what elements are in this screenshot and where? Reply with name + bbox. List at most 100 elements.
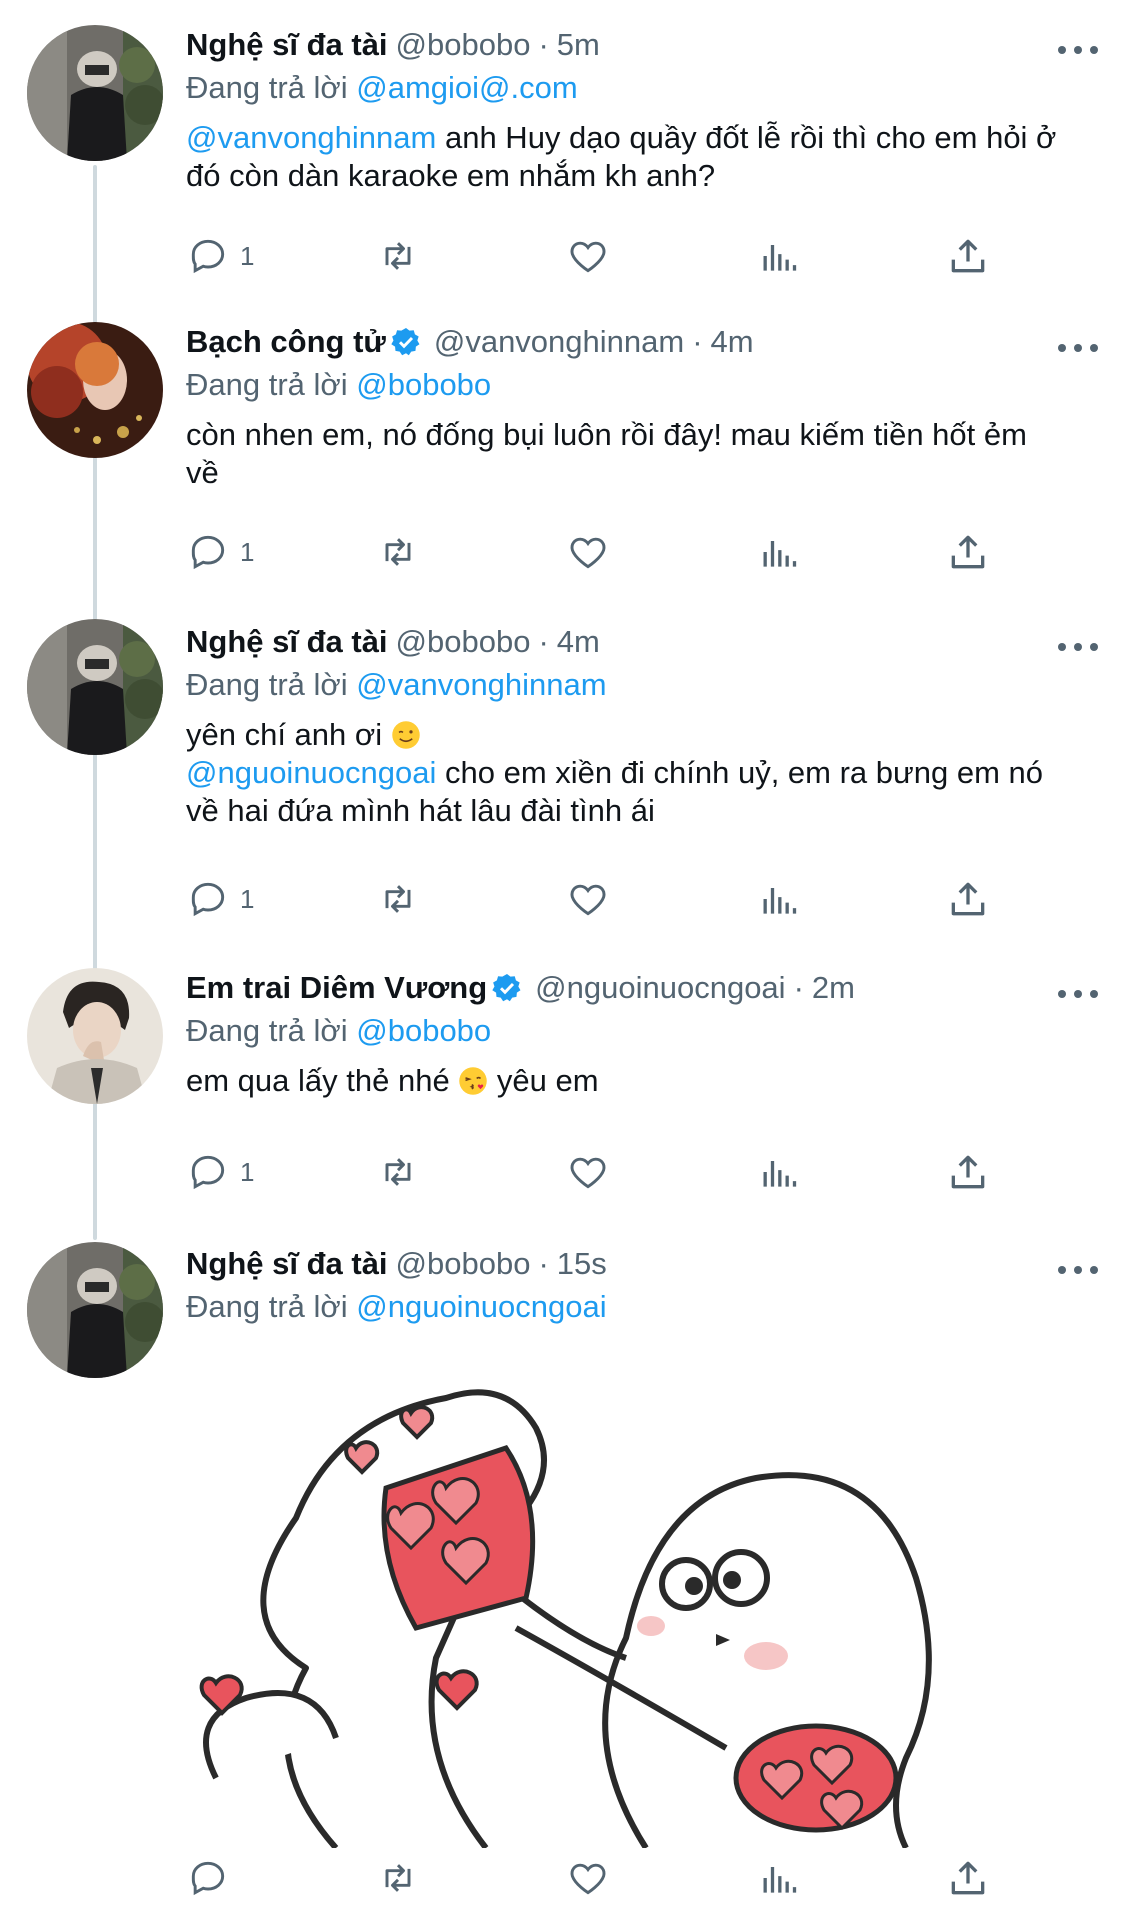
tweet-text-line: đó còn dàn karaoke em nhắm kh anh? bbox=[186, 158, 716, 193]
timestamp[interactable]: 2m bbox=[812, 968, 855, 1008]
reply-button[interactable]: 1 bbox=[186, 528, 254, 576]
tweet-text-line: về bbox=[186, 455, 219, 490]
share-button[interactable] bbox=[946, 232, 990, 280]
timestamp[interactable]: 15s bbox=[557, 1244, 607, 1284]
separator-dot: · bbox=[793, 970, 804, 1005]
like-icon bbox=[570, 1157, 606, 1189]
retweet-icon bbox=[385, 242, 411, 270]
more-icon[interactable] bbox=[1058, 1260, 1098, 1280]
cartoon-hearts-illustration bbox=[186, 1338, 1001, 1848]
retweet-button[interactable] bbox=[376, 528, 420, 576]
tweet-text: yên chí anh ơi @nguoinuocngoai cho em xi… bbox=[186, 716, 1096, 830]
reply-context: Đang trả lời @vanvonghinnam bbox=[186, 664, 1096, 706]
reply-context: Đang trả lời @amgioi@.com bbox=[186, 67, 1096, 109]
reply-button[interactable]: 1 bbox=[186, 232, 254, 280]
display-name[interactable]: Bạch công tử bbox=[186, 322, 386, 362]
like-icon bbox=[570, 241, 606, 273]
avatar[interactable] bbox=[27, 968, 163, 1104]
share-button[interactable] bbox=[946, 1854, 990, 1902]
like-button[interactable] bbox=[566, 1854, 610, 1902]
display-name[interactable]: Nghệ sĩ đa tài bbox=[186, 1244, 388, 1284]
more-icon[interactable] bbox=[1058, 338, 1098, 358]
retweet-icon bbox=[385, 1864, 411, 1892]
retweet-button[interactable] bbox=[376, 1148, 420, 1196]
share-icon bbox=[951, 882, 985, 916]
analytics-icon bbox=[763, 1867, 797, 1893]
tweet-text-line: cho em xiền đi chính uỷ, em ra bưng em n… bbox=[436, 755, 1044, 790]
user-handle[interactable]: @bobobo bbox=[396, 1244, 531, 1284]
like-icon bbox=[570, 537, 606, 569]
mention-link[interactable]: @vanvonghinnam bbox=[186, 120, 436, 155]
reply-to-mention[interactable]: @bobobo bbox=[356, 1013, 491, 1048]
retweet-button[interactable] bbox=[376, 1854, 420, 1902]
kiss-emoji-icon bbox=[459, 1067, 488, 1095]
retweet-button[interactable] bbox=[376, 232, 420, 280]
analytics-button[interactable] bbox=[756, 875, 800, 923]
user-handle[interactable]: @bobobo bbox=[396, 622, 531, 662]
tweet-text-line: yêu em bbox=[488, 1063, 599, 1098]
tweet-media-image[interactable] bbox=[186, 1338, 1001, 1848]
reply-prefix: Đang trả lời bbox=[186, 1013, 348, 1048]
like-button[interactable] bbox=[566, 875, 610, 923]
reply-to-mention[interactable]: @vanvonghinnam bbox=[356, 667, 606, 702]
like-icon bbox=[570, 1863, 606, 1895]
reply-to-mention[interactable]: @nguoinuocngoai bbox=[356, 1289, 606, 1324]
share-button[interactable] bbox=[946, 875, 990, 923]
reply-context: Đang trả lời @bobobo bbox=[186, 364, 1096, 406]
reply-icon bbox=[191, 882, 225, 917]
separator-dot: · bbox=[692, 324, 703, 359]
analytics-button[interactable] bbox=[756, 232, 800, 280]
avatar[interactable] bbox=[27, 25, 163, 161]
reply-count: 1 bbox=[240, 240, 255, 271]
like-button[interactable] bbox=[566, 232, 610, 280]
reply-context: Đang trả lời @nguoinuocngoai bbox=[186, 1286, 1096, 1328]
user-handle[interactable]: @nguoinuocngoai bbox=[535, 968, 785, 1008]
verified-icon bbox=[492, 974, 521, 1002]
tweet-text-line: em qua lấy thẻ nhé bbox=[186, 1063, 450, 1098]
tweet-text-line: yên chí anh ơi bbox=[186, 717, 383, 752]
reply-count: 1 bbox=[240, 1156, 255, 1187]
timestamp[interactable]: 5m bbox=[557, 25, 600, 65]
retweet-icon bbox=[385, 538, 411, 566]
avatar[interactable] bbox=[27, 1242, 163, 1378]
more-icon[interactable] bbox=[1058, 40, 1098, 60]
analytics-icon bbox=[763, 888, 797, 914]
avatar[interactable] bbox=[27, 619, 163, 755]
display-name[interactable]: Nghệ sĩ đa tài bbox=[186, 25, 388, 65]
analytics-button[interactable] bbox=[756, 1148, 800, 1196]
like-button[interactable] bbox=[566, 1148, 610, 1196]
reply-icon bbox=[191, 1155, 225, 1190]
share-icon bbox=[951, 239, 985, 273]
separator-dot: · bbox=[538, 1246, 549, 1281]
user-handle[interactable]: @vanvonghinnam bbox=[434, 322, 684, 362]
display-name[interactable]: Em trai Diêm Vương bbox=[186, 968, 487, 1008]
verified-icon bbox=[391, 328, 420, 356]
reply-button[interactable]: 1 bbox=[186, 1148, 254, 1196]
share-icon bbox=[951, 1155, 985, 1189]
reply-prefix: Đang trả lời bbox=[186, 70, 348, 105]
more-icon[interactable] bbox=[1058, 984, 1098, 1004]
share-button[interactable] bbox=[946, 1148, 990, 1196]
reply-icon bbox=[191, 239, 225, 274]
like-button[interactable] bbox=[566, 528, 610, 576]
retweet-button[interactable] bbox=[376, 875, 420, 923]
reply-to-mention[interactable]: @amgioi@.com bbox=[356, 70, 577, 105]
mention-link[interactable]: @nguoinuocngoai bbox=[186, 755, 436, 790]
reply-to-mention[interactable]: @bobobo bbox=[356, 367, 491, 402]
reply-context: Đang trả lời @bobobo bbox=[186, 1010, 1096, 1052]
more-icon[interactable] bbox=[1058, 637, 1098, 657]
tweet-text: em qua lấy thẻ nhé yêu em bbox=[186, 1062, 1096, 1100]
reply-prefix: Đang trả lời bbox=[186, 667, 348, 702]
analytics-icon bbox=[763, 1161, 797, 1187]
user-handle[interactable]: @bobobo bbox=[396, 25, 531, 65]
reply-button[interactable]: 1 bbox=[186, 875, 254, 923]
share-button[interactable] bbox=[946, 528, 990, 576]
analytics-button[interactable] bbox=[756, 1854, 800, 1902]
avatar[interactable] bbox=[27, 322, 163, 458]
separator-dot: · bbox=[538, 27, 549, 62]
display-name[interactable]: Nghệ sĩ đa tài bbox=[186, 622, 388, 662]
timestamp[interactable]: 4m bbox=[711, 322, 754, 362]
analytics-button[interactable] bbox=[756, 528, 800, 576]
timestamp[interactable]: 4m bbox=[557, 622, 600, 662]
reply-button[interactable] bbox=[186, 1854, 240, 1902]
